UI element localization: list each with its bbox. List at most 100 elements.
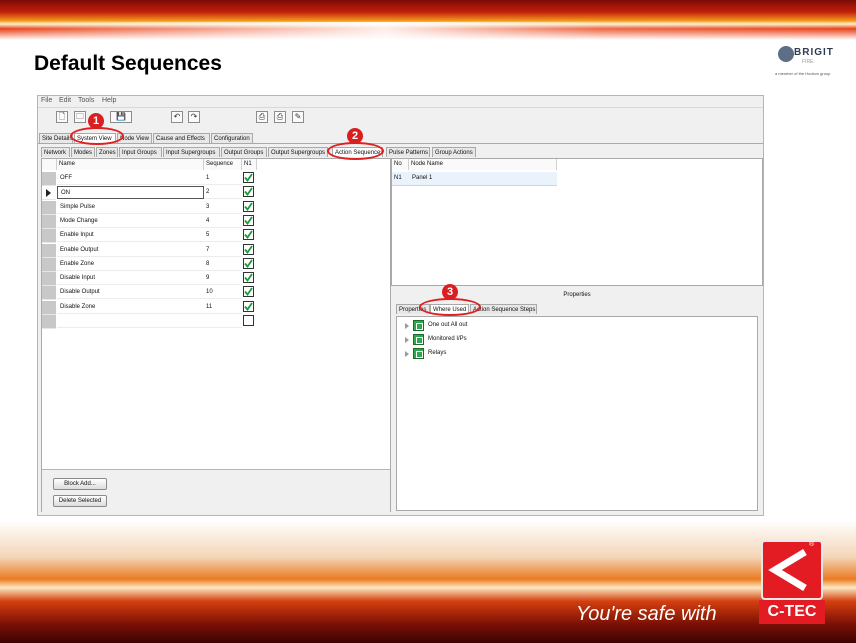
undo-icon[interactable]: ↶ <box>171 111 183 123</box>
table-row[interactable] <box>42 315 257 329</box>
block-add-button[interactable]: Block Add... <box>53 478 107 490</box>
cause-effect-icon <box>413 334 424 345</box>
n1-cell <box>242 257 257 272</box>
export-icon[interactable]: ✎ <box>292 111 304 123</box>
row-header[interactable] <box>42 286 56 301</box>
checked-checkbox[interactable] <box>243 272 254 284</box>
expand-icon[interactable] <box>405 323 409 329</box>
table-row[interactable]: Disable Input 9 <box>42 272 257 287</box>
sequence-number-cell: 10 <box>204 286 242 300</box>
save-icon[interactable]: 💾 <box>110 111 132 123</box>
tab-network[interactable]: Network <box>41 147 70 157</box>
sequence-name-cell[interactable]: Mode Change <box>57 215 204 228</box>
where-used-panel: One out All out Monitored I/Ps Relays <box>396 316 758 511</box>
tree-label: Relays <box>428 350 447 356</box>
row-header[interactable] <box>42 200 56 215</box>
checked-checkbox[interactable] <box>243 243 254 255</box>
sequence-number-cell: 2 <box>204 186 242 200</box>
menu-file[interactable]: File <box>41 97 52 104</box>
menu-tools[interactable]: Tools <box>78 97 94 104</box>
table-row[interactable]: OFF 1 <box>42 172 257 186</box>
brigit-logo-sub: FIRE <box>802 59 814 65</box>
checked-checkbox[interactable] <box>243 257 254 269</box>
new-file-icon[interactable]: 🗋 <box>56 111 68 123</box>
column-sequence[interactable]: Sequence <box>204 159 242 170</box>
menu-edit[interactable]: Edit <box>59 97 71 104</box>
menu-help[interactable]: Help <box>102 97 116 104</box>
check-icon <box>244 202 253 211</box>
sequence-number-cell: 4 <box>204 215 242 228</box>
row-header[interactable] <box>42 186 56 201</box>
n1-cell <box>242 243 257 258</box>
row-header[interactable] <box>42 243 56 258</box>
checked-checkbox[interactable] <box>243 286 254 298</box>
row-header[interactable] <box>42 214 56 229</box>
n1-cell <box>242 315 257 329</box>
sequence-name-cell[interactable]: ON <box>57 186 204 200</box>
row-header[interactable] <box>42 257 56 272</box>
table-row[interactable]: Mode Change 4 <box>42 214 257 229</box>
row-header[interactable] <box>42 315 56 329</box>
sequence-name-cell[interactable]: Enable Zone <box>57 258 204 271</box>
tab-input-supergroups[interactable]: Input Supergroups <box>163 147 220 157</box>
expand-icon[interactable] <box>405 351 409 357</box>
sequence-name-cell[interactable]: Enable Output <box>57 244 204 257</box>
tree-label: One out All out <box>428 322 468 328</box>
check-icon <box>244 173 253 182</box>
tab-input-groups[interactable]: Input Groups <box>119 147 162 157</box>
sequence-name-cell[interactable]: Simple Pulse <box>57 201 204 214</box>
tab-zones[interactable]: Zones <box>96 147 118 157</box>
row-header[interactable] <box>42 272 56 287</box>
sequence-number-cell: 7 <box>204 244 242 257</box>
check-icon <box>244 273 253 283</box>
ctec-chevron-icon <box>768 548 807 592</box>
sequence-number-cell <box>204 315 242 328</box>
tab-cause-and-effects[interactable]: Cause and Effects <box>153 133 210 143</box>
column-no[interactable]: No <box>392 159 409 170</box>
open-folder-icon[interactable]: 🗀 <box>74 111 86 123</box>
checked-checkbox[interactable] <box>243 172 254 183</box>
row-header[interactable] <box>42 229 56 244</box>
sequence-name-cell[interactable]: Disable Output <box>57 286 204 300</box>
sequence-name-cell[interactable] <box>57 315 204 328</box>
ctec-logo <box>761 540 823 600</box>
print-icon[interactable]: ⎙ <box>256 111 268 123</box>
table-row[interactable]: N1 Panel 1 <box>392 172 557 186</box>
delete-selected-button[interactable]: Delete Selected <box>53 495 107 507</box>
table-row[interactable]: Disable Output 10 <box>42 286 257 301</box>
checked-checkbox[interactable] <box>243 186 254 198</box>
checked-checkbox[interactable] <box>243 200 254 212</box>
checked-checkbox[interactable] <box>243 229 254 241</box>
sequence-name-cell[interactable]: Disable Input <box>57 272 204 286</box>
table-row[interactable]: ON 2 <box>42 186 257 201</box>
table-row[interactable]: Enable Output 7 <box>42 243 257 258</box>
sequence-name-cell[interactable]: OFF <box>57 172 204 185</box>
n1-cell <box>242 229 257 243</box>
redo-icon[interactable]: ↷ <box>188 111 200 123</box>
tab-pulse-patterns[interactable]: Pulse Patterns <box>386 147 430 157</box>
print-preview-icon[interactable]: ⎙ <box>274 111 286 123</box>
callout-number-3: 3 <box>442 284 458 300</box>
table-row[interactable]: Enable Zone 8 <box>42 257 257 272</box>
tab-output-groups[interactable]: Output Groups <box>221 147 267 157</box>
check-icon <box>244 230 253 240</box>
tab-modes[interactable]: Modes <box>71 147 95 157</box>
top-banner <box>0 0 856 40</box>
column-name[interactable]: Name <box>57 159 204 170</box>
checked-checkbox[interactable] <box>243 214 254 226</box>
tab-output-supergroups[interactable]: Output Supergroups <box>268 147 328 157</box>
unchecked-checkbox[interactable] <box>243 315 254 326</box>
expand-icon[interactable] <box>405 337 409 343</box>
column-n1[interactable]: N1 <box>242 159 257 170</box>
sequence-name-cell[interactable]: Enable Input <box>57 229 204 243</box>
table-row[interactable]: Enable Input 5 <box>42 229 257 244</box>
tab-site-details[interactable]: Site Details <box>39 133 73 143</box>
brigit-logo-note: a member of the Hudson group <box>775 71 831 76</box>
row-header[interactable] <box>42 172 56 186</box>
column-node-name[interactable]: Node Name <box>409 159 557 170</box>
callout-number-2: 2 <box>347 128 363 144</box>
tab-configuration[interactable]: Configuration <box>211 133 253 143</box>
table-row[interactable]: Simple Pulse 3 <box>42 200 257 215</box>
sequence-number-cell: 3 <box>204 201 242 214</box>
tab-group-actions[interactable]: Group Actions <box>432 147 476 157</box>
